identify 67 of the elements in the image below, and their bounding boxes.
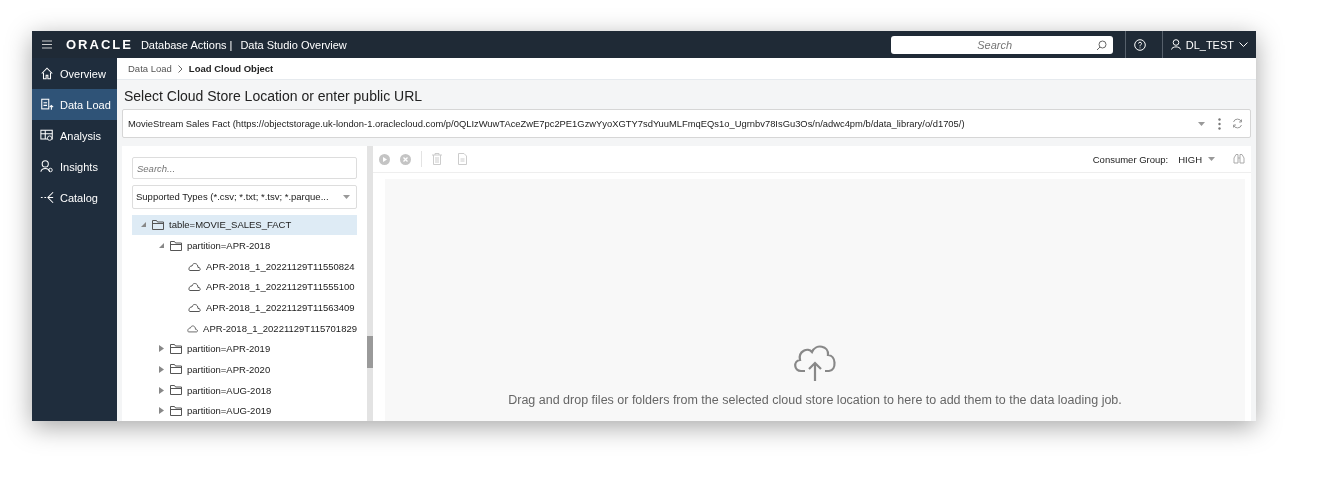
drop-zone[interactable]: Drag and drop files or folders from the selected cloud store location to here to add them to the data loading job. <box>385 179 1245 421</box>
tree-item[interactable]: APR-2018_1_20221129T11563409 <box>132 297 357 318</box>
help-icon <box>1133 38 1146 51</box>
arrow-icon <box>40 190 54 205</box>
consumer-group-select[interactable]: HIGH <box>1178 153 1215 165</box>
consumer-group-label: Consumer Group: <box>1092 153 1169 165</box>
person-search-icon <box>40 159 54 174</box>
tree-item[interactable]: partition=APR-2018 <box>132 235 357 256</box>
document-upload-icon <box>40 97 54 112</box>
search-icon <box>1095 39 1107 51</box>
nav-item[interactable]: Insights <box>32 151 117 182</box>
page-title: Data Studio Overview <box>240 38 347 51</box>
folder-icon <box>170 385 182 396</box>
nav-item[interactable]: Analysis <box>32 120 117 151</box>
user-icon <box>1170 39 1181 50</box>
file-type-select[interactable]: Supported Types (*.csv; *.txt; *.tsv; *.parque... <box>132 185 357 209</box>
document-icon[interactable] <box>458 153 467 165</box>
drop-hint: Drag and drop files or folders from the selected cloud store location to here to add them to the data loading job. <box>508 393 1122 407</box>
refresh-icon <box>1231 118 1243 129</box>
product-name: Database Actions | <box>140 38 233 51</box>
binoculars-icon[interactable] <box>1233 154 1245 164</box>
nav-item[interactable]: Catalog <box>32 182 117 213</box>
nav-item[interactable]: Data Load <box>32 89 117 120</box>
trash-icon[interactable] <box>432 153 442 165</box>
folder-icon <box>170 240 182 251</box>
search-field[interactable]: Search <box>890 35 1113 54</box>
caret-down-icon <box>1208 157 1215 161</box>
section-title: Select Cloud Store Location or enter public URL <box>123 87 424 106</box>
cloud-icon <box>187 323 199 333</box>
caret-icon[interactable] <box>158 242 165 250</box>
nav-item[interactable]: Overview <box>32 58 117 89</box>
tree-item[interactable]: APR-2018_1_20221129T11550824 <box>132 255 357 277</box>
folder-icon <box>170 343 182 354</box>
splitter-handle[interactable] <box>367 336 373 368</box>
cloud-icon <box>188 303 201 312</box>
home-icon <box>40 66 54 81</box>
chevron-right-icon <box>177 64 183 73</box>
tree-item[interactable]: APR-2018_1_20221129T115701829 <box>132 317 357 339</box>
cloud-icon <box>188 261 201 271</box>
breadcrumb-current: Load Cloud Object <box>188 63 274 74</box>
breadcrumb-link[interactable]: Data Load <box>128 63 172 74</box>
cloud-icon <box>188 282 201 292</box>
tree-item[interactable]: partition=AUG-2019 <box>132 400 357 421</box>
table-search-icon <box>40 128 54 143</box>
folder-icon <box>152 219 164 230</box>
tree-item[interactable]: partition=APR-2020 <box>132 359 357 380</box>
caret-icon[interactable] <box>158 345 165 353</box>
caret-icon[interactable] <box>140 221 147 229</box>
caret-down-icon <box>1197 121 1205 126</box>
tree-item[interactable]: APR-2018_1_20221129T11555100 <box>132 276 357 298</box>
more-vertical-icon <box>1217 117 1221 130</box>
tree-search-field[interactable]: Search... <box>132 157 357 179</box>
folder-icon <box>170 405 182 416</box>
tree-item[interactable]: table=MOVIE_SALES_FACT <box>132 214 357 236</box>
caret-icon[interactable] <box>158 407 165 415</box>
folder-icon <box>170 364 182 375</box>
play-icon[interactable] <box>379 153 390 165</box>
tree-item[interactable]: partition=AUG-2018 <box>132 379 357 401</box>
menu-icon[interactable] <box>42 40 52 49</box>
chevron-down-icon <box>1239 41 1248 48</box>
stop-icon[interactable] <box>400 153 411 165</box>
caret-icon[interactable] <box>158 365 165 373</box>
caret-down-icon <box>343 194 350 199</box>
tree-item[interactable]: partition=APR-2019 <box>132 338 357 360</box>
caret-icon[interactable] <box>158 386 165 394</box>
oracle-logo: ORACLE <box>66 37 133 52</box>
location-combobox[interactable]: MovieStream Sales Fact (https://objectstorage.uk-london-1.oraclecloud.com/p/0QLIzWuwTAceZwE7pc2PE1GzwYyoXGTY7sdYuuMLFmqEQs1o_Ugrnbv78IsGu3Os/n/adwc4pm/b/data_library/o/d1705/) <box>122 109 1251 138</box>
